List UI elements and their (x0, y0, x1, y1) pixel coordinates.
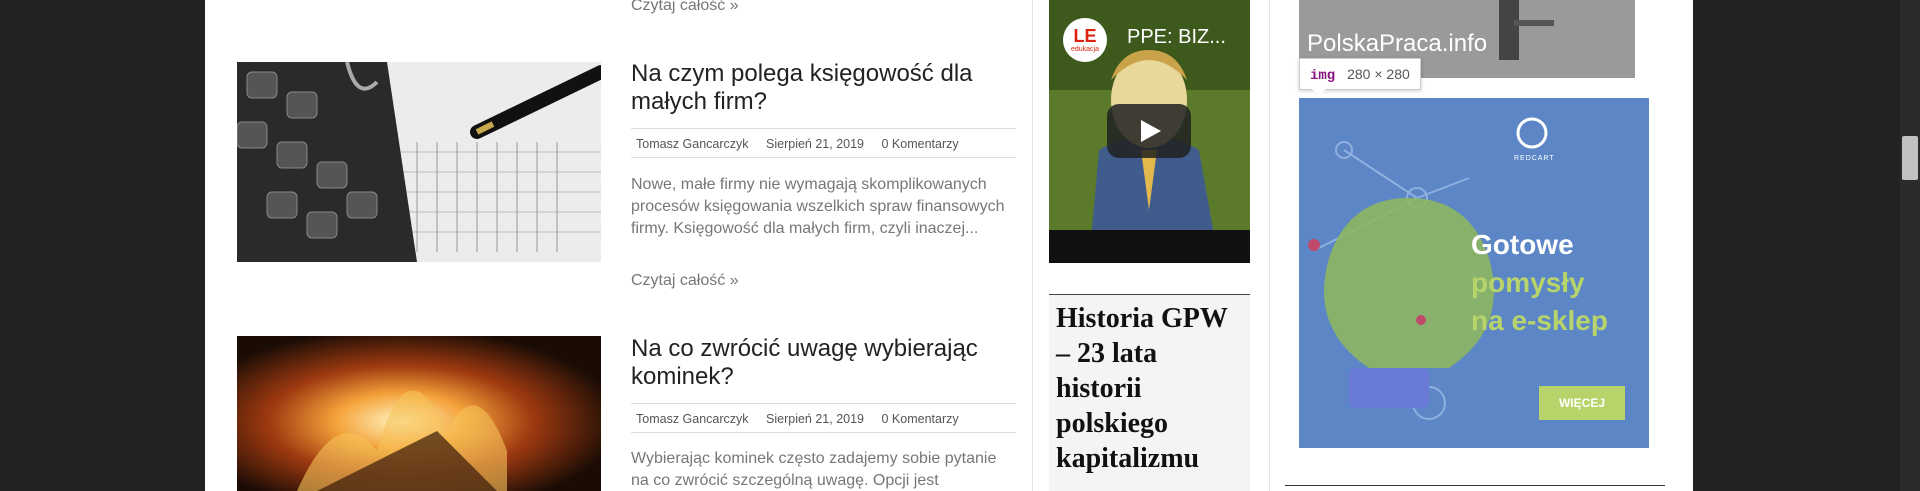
post-excerpt: Nowe, małe firmy nie wymagają skomplikow… (631, 176, 1005, 237)
ad-headline: Gotowe pomysły na e-sklep (1471, 229, 1608, 336)
tooltip-size: 280 × 280 (1347, 66, 1410, 82)
read-more-link[interactable]: Czytaj całość » (631, 272, 739, 290)
scrollbar[interactable] (1900, 0, 1920, 491)
post-date: Sierpień 21, 2019 (766, 412, 865, 426)
video-title[interactable]: PPE: BIZ... (1127, 26, 1226, 49)
devtools-tooltip: img 280 × 280 (1299, 58, 1421, 96)
play-icon (1141, 120, 1161, 142)
post-meta: Tomasz Gancarczyk Sierpień 21, 2019 0 Ko… (631, 128, 1016, 158)
page-content: Czytaj całość » Na czym polega księgowoś… (205, 0, 1693, 491)
video-embed[interactable]: LE edukacja PPE: BIZ... (1049, 0, 1250, 263)
column-divider (1269, 0, 1270, 491)
read-more-link[interactable]: Czytaj całość » (631, 0, 739, 15)
post-comments[interactable]: 0 Komentarzy (882, 137, 959, 151)
post-author[interactable]: Tomasz Gancarczyk (636, 137, 749, 151)
tooltip-tag: img (1310, 68, 1336, 84)
post-comments[interactable]: 0 Komentarzy (882, 412, 959, 426)
column-divider (1032, 0, 1033, 491)
ad-brand: REDCART (1514, 155, 1555, 162)
calculator-image (237, 62, 601, 262)
play-button[interactable] (1107, 104, 1191, 158)
post-title[interactable]: Na co zwrócić uwagę wybierając kominek? (631, 335, 1016, 391)
sidebar-rule (1285, 485, 1665, 486)
ad-more-button[interactable]: WIĘCEJ (1539, 386, 1625, 420)
post-author[interactable]: Tomasz Gancarczyk (636, 412, 749, 426)
post-thumbnail-calculator[interactable] (237, 62, 601, 262)
scrollbar-thumb[interactable] (1902, 136, 1918, 180)
redcart-ad[interactable]: REDCART Gotowe pomysły na e-sklep WIĘCEJ (1299, 98, 1649, 448)
banner-text: PolskaPraca.info (1307, 30, 1488, 57)
sidebar-widget: Historia GPW – 23 lata historii polskieg… (1049, 294, 1250, 491)
fire-image (237, 336, 601, 491)
post-thumbnail-fireplace[interactable] (237, 336, 601, 491)
post-excerpt: Wybierając kominek często zadajemy sobie… (631, 450, 997, 489)
post-title[interactable]: Na czym polega księgowość dla małych fir… (631, 60, 1016, 116)
post-meta: Tomasz Gancarczyk Sierpień 21, 2019 0 Ko… (631, 403, 1016, 433)
post-date: Sierpień 21, 2019 (766, 137, 865, 151)
widget-title[interactable]: Historia GPW – 23 lata historii polskieg… (1056, 301, 1246, 476)
channel-logo[interactable]: LE edukacja (1063, 18, 1107, 62)
